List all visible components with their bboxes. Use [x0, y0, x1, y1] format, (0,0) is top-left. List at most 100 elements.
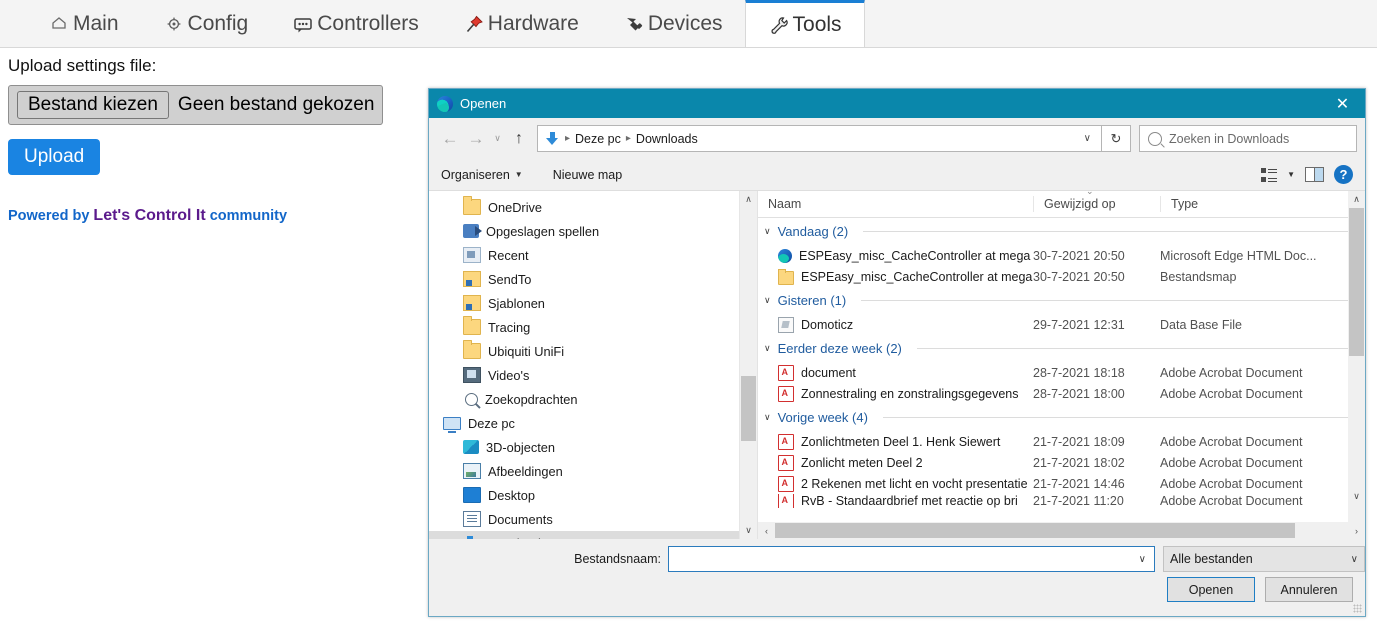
- tab-devices[interactable]: Devices: [601, 0, 745, 47]
- table-row[interactable]: document 28-7-2021 18:18 Adobe Acrobat D…: [758, 362, 1365, 383]
- file-type-cell: Adobe Acrobat Document: [1160, 494, 1303, 508]
- preview-pane-icon[interactable]: [1305, 167, 1324, 182]
- command-bar: Organiseren ▼ Nieuwe map ▼ ?: [429, 159, 1365, 191]
- new-folder-button[interactable]: Nieuwe map: [553, 168, 622, 182]
- speech-bubble-icon: [292, 13, 314, 35]
- file-list-hscrollbar-thumb[interactable]: [775, 523, 1295, 538]
- breadcrumb-separator: ▸: [625, 133, 631, 144]
- table-row[interactable]: ESPEasy_misc_CacheController at mega ·..…: [758, 245, 1365, 266]
- up-icon[interactable]: ↑: [506, 126, 532, 152]
- group-header-vandaag[interactable]: ∨ Vandaag (2): [758, 218, 1365, 245]
- chevron-down-icon[interactable]: ∨: [1135, 554, 1150, 565]
- file-list-scrollbar[interactable]: ∧ ∨: [1348, 191, 1365, 522]
- group-divider: [882, 417, 1353, 418]
- group-header-eerder-deze-week[interactable]: ∨ Eerder deze week (2): [758, 335, 1365, 362]
- tab-tools[interactable]: Tools: [744, 0, 865, 47]
- resize-grip-icon[interactable]: [1353, 604, 1362, 613]
- scroll-left-icon[interactable]: ‹: [758, 522, 775, 539]
- address-breadcrumb[interactable]: ▸ Deze pc ▸ Downloads ∨: [537, 125, 1102, 152]
- open-button[interactable]: Openen: [1167, 577, 1255, 602]
- tree-item-deze-pc[interactable]: Deze pc: [429, 411, 757, 435]
- pushpin-icon: [463, 13, 485, 35]
- tree-item-3d-objecten[interactable]: 3D-objecten: [429, 435, 757, 459]
- table-row[interactable]: Domoticz 29-7-2021 12:31 Data Base File: [758, 314, 1365, 335]
- file-name-label: Zonnestraling en zonstralingsgegevens: [801, 386, 1019, 401]
- table-row[interactable]: ESPEasy_misc_CacheController at mega ·..…: [758, 266, 1365, 287]
- tab-hardware[interactable]: Hardware: [441, 0, 601, 47]
- tab-main[interactable]: Main: [26, 0, 141, 47]
- scroll-up-icon[interactable]: ∧: [1348, 191, 1365, 208]
- tree-scrollbar[interactable]: ∧ ∨: [739, 191, 757, 539]
- main-tabbar: Main Config Controllers Hardware Devices…: [0, 0, 1377, 48]
- scroll-right-icon[interactable]: ›: [1348, 522, 1365, 539]
- file-name-label: ESPEasy_misc_CacheController at mega ·..…: [799, 248, 1033, 263]
- tree-item-desktop[interactable]: Desktop: [429, 483, 757, 507]
- filename-combobox[interactable]: ∨: [668, 546, 1155, 572]
- search-box[interactable]: Zoeken in Downloads: [1139, 125, 1357, 152]
- tree-item-sendto[interactable]: SendTo: [429, 267, 757, 291]
- table-row[interactable]: RvB - Standaardbrief met reactie op bri …: [758, 494, 1365, 508]
- file-type-filter-select[interactable]: Alle bestanden ∨: [1163, 546, 1365, 572]
- organize-menu[interactable]: Organiseren ▼: [441, 168, 523, 182]
- tree-item-ubiquiti-unifi[interactable]: Ubiquiti UniFi: [429, 339, 757, 363]
- scroll-down-icon[interactable]: ∨: [740, 522, 757, 539]
- tree-item-documents[interactable]: Documents: [429, 507, 757, 531]
- tab-devices-label: Devices: [647, 11, 723, 35]
- filename-input[interactable]: [673, 548, 1135, 570]
- chevron-down-icon[interactable]: ∨: [1084, 133, 1097, 144]
- tree-scrollbar-thumb[interactable]: [741, 376, 756, 441]
- tree-item-zoekopdrachten[interactable]: Zoekopdrachten: [429, 387, 757, 411]
- tree-item-recent[interactable]: Recent: [429, 243, 757, 267]
- file-input-control[interactable]: Bestand kiezen Geen bestand gekozen: [8, 85, 384, 125]
- database-file-icon: [778, 316, 794, 333]
- tree-item-tracing[interactable]: Tracing: [429, 315, 757, 339]
- back-icon[interactable]: ←: [437, 126, 463, 152]
- organize-label: Organiseren: [441, 167, 510, 182]
- breadcrumb-item-0[interactable]: Deze pc: [572, 132, 624, 146]
- column-header-naam[interactable]: Naam: [758, 196, 1033, 212]
- breadcrumb-item-1[interactable]: Downloads: [633, 132, 701, 146]
- column-header-type[interactable]: Type: [1160, 196, 1365, 212]
- group-header-vorige-week[interactable]: ∨ Vorige week (4): [758, 404, 1365, 431]
- file-name-cell: 2 Rekenen met licht en vocht presentatie: [758, 475, 1033, 492]
- scroll-up-icon[interactable]: ∧: [740, 191, 757, 208]
- tree-item-opgeslagen-spellen[interactable]: Opgeslagen spellen: [429, 219, 757, 243]
- tree-item-afbeeldingen[interactable]: Afbeeldingen: [429, 459, 757, 483]
- file-modified-cell: 29-7-2021 12:31: [1033, 317, 1125, 332]
- file-list-hscrollbar[interactable]: ‹ ›: [758, 522, 1365, 539]
- tab-main-label: Main: [73, 11, 119, 35]
- cancel-button[interactable]: Annuleren: [1265, 577, 1353, 602]
- tree-item-onedrive[interactable]: OneDrive: [429, 195, 757, 219]
- chevron-down-icon: ∨: [764, 226, 771, 236]
- file-list-scrollbar-thumb[interactable]: [1349, 208, 1364, 356]
- tab-config[interactable]: Config: [141, 0, 271, 47]
- file-status-text: Geen bestand gekozen: [177, 94, 375, 115]
- dialog-titlebar: Openen ✕: [429, 89, 1365, 118]
- tree-item-downloads[interactable]: Downloads: [429, 531, 757, 539]
- help-icon[interactable]: ?: [1334, 165, 1353, 184]
- column-header-gewijzigd-op[interactable]: Gewijzigd op ⌄: [1033, 191, 1160, 212]
- refresh-icon[interactable]: ↻: [1102, 125, 1131, 152]
- scroll-down-icon[interactable]: ∨: [1348, 488, 1365, 505]
- view-options-chevron-down-icon[interactable]: ▼: [1287, 170, 1295, 179]
- footer-brand[interactable]: Let's Control It: [93, 207, 205, 224]
- table-row[interactable]: Zonnestraling en zonstralingsgegevens 28…: [758, 383, 1365, 404]
- table-row[interactable]: Zonlicht meten Deel 2 21-7-2021 18:02 Ad…: [758, 452, 1365, 473]
- table-row[interactable]: 2 Rekenen met licht en vocht presentatie…: [758, 473, 1365, 494]
- tree-item-label: Deze pc: [468, 415, 515, 431]
- group-header-gisteren[interactable]: ∨ Gisteren (1): [758, 287, 1365, 314]
- tab-controllers[interactable]: Controllers: [270, 0, 441, 47]
- forward-icon[interactable]: →: [463, 126, 489, 152]
- search-input[interactable]: Zoeken in Downloads: [1169, 132, 1289, 146]
- choose-file-button[interactable]: Bestand kiezen: [17, 91, 169, 119]
- table-row[interactable]: Zonlichtmeten Deel 1. Henk Siewert 21-7-…: [758, 431, 1365, 452]
- pdf-icon: [778, 385, 794, 402]
- file-type-cell: Adobe Acrobat Document: [1160, 455, 1303, 470]
- upload-button[interactable]: Upload: [8, 139, 101, 175]
- file-modified-cell: 21-7-2021 18:09: [1033, 434, 1125, 449]
- tree-item-videos[interactable]: Video's: [429, 363, 757, 387]
- view-options-icon[interactable]: [1261, 167, 1278, 182]
- tree-item-sjablonen[interactable]: Sjablonen: [429, 291, 757, 315]
- recent-locations-icon[interactable]: ∨: [489, 126, 506, 152]
- close-icon[interactable]: ✕: [1320, 89, 1365, 118]
